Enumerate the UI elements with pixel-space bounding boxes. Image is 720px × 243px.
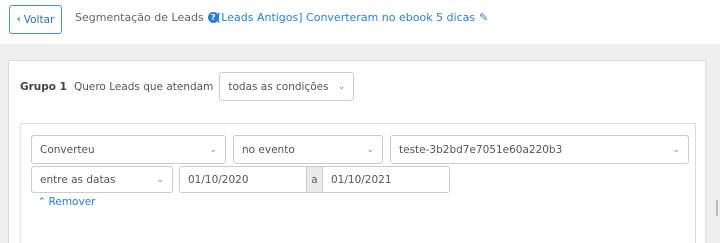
chevron-left-icon: ‹ — [16, 14, 21, 25]
chevron-up-icon: ⌃ — [38, 197, 46, 207]
chevron-down-icon: ⌄ — [366, 144, 374, 155]
chevron-down-icon: ⌄ — [672, 144, 680, 155]
chevron-down-icon: ⌄ — [156, 174, 164, 185]
match-mode-select[interactable]: todas as condições ⌄ — [219, 72, 355, 101]
date-mode-select[interactable]: entre as datas ⌄ — [31, 166, 173, 193]
page-title: Segmentação de Leads ? — [75, 11, 219, 24]
condition-operator-select[interactable]: no evento ⌄ — [233, 135, 383, 164]
date-mode-value: entre as datas — [40, 173, 116, 186]
condition-row: Converteu ⌄ no evento ⌄ teste-3b2bd7e705… — [31, 135, 689, 164]
group-panel: Grupo 1 Quero Leads que atendam todas as… — [8, 60, 706, 243]
scrollbar[interactable] — [716, 200, 718, 216]
group-description: Quero Leads que atendam — [73, 80, 214, 93]
event-select[interactable]: teste-3b2bd7e7051e60a220b3 ⌄ — [390, 135, 689, 164]
date-row: entre as datas ⌄ 01/10/2020 a 01/10/2021 — [31, 166, 450, 193]
date-range-separator: a — [306, 167, 323, 192]
back-button-label: Voltar — [23, 13, 55, 26]
page-title-text: Segmentação de Leads — [75, 11, 204, 24]
date-end-input[interactable]: 01/10/2021 — [323, 167, 449, 192]
condition-field-value: Converteu — [40, 143, 95, 156]
chevron-down-icon: ⌄ — [209, 144, 217, 155]
back-button[interactable]: ‹ Voltar — [9, 5, 62, 34]
condition-operator-value: no evento — [242, 143, 295, 156]
segment-name-text: [Leads Antigos] Converteram no ebook 5 d… — [217, 11, 476, 24]
pencil-icon[interactable]: ✎ — [479, 11, 488, 24]
condition-field-select[interactable]: Converteu ⌄ — [31, 135, 226, 164]
match-mode-value: todas as condições — [228, 80, 329, 93]
condition-box: Converteu ⌄ no evento ⌄ teste-3b2bd7e705… — [20, 123, 696, 243]
top-bar: ‹ Voltar Segmentação de Leads ? [Leads A… — [0, 0, 720, 42]
date-start-input[interactable]: 01/10/2020 — [180, 167, 306, 192]
event-value: teste-3b2bd7e7051e60a220b3 — [399, 143, 563, 156]
remove-condition-link[interactable]: ⌃ Remover — [38, 196, 95, 208]
segment-name[interactable]: [Leads Antigos] Converteram no ebook 5 d… — [217, 11, 488, 24]
remove-label: Remover — [48, 196, 96, 208]
date-range: 01/10/2020 a 01/10/2021 — [179, 166, 450, 193]
group-header: Grupo 1 Quero Leads que atendam todas as… — [20, 72, 355, 101]
group-label: Grupo 1 — [20, 80, 67, 93]
chevron-down-icon: ⌄ — [337, 81, 346, 92]
